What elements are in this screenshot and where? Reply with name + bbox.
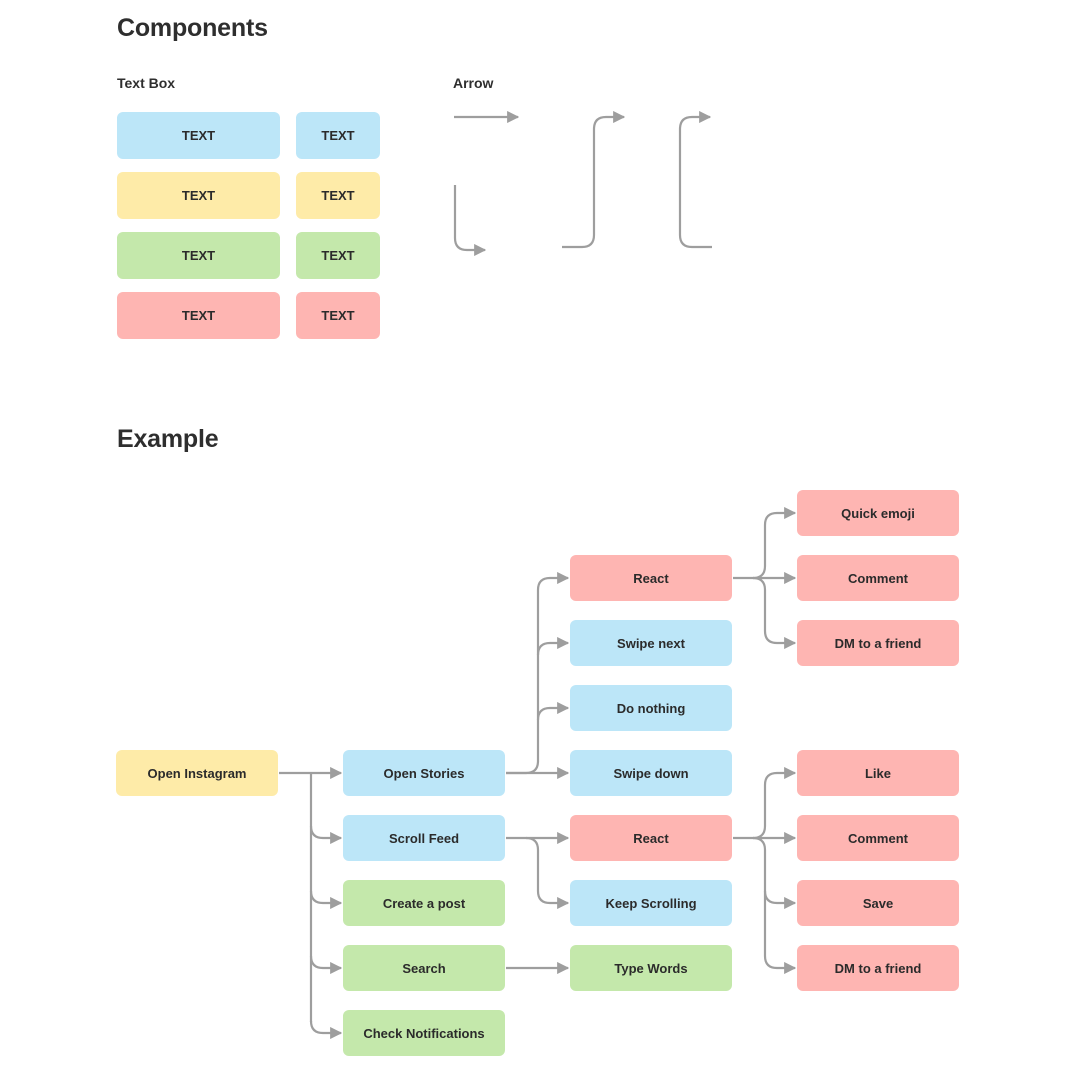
node-quick-emoji[interactable]: Quick emoji [797,490,959,536]
example-title: Example [117,425,219,453]
connector-feed-react-like [752,766,797,840]
arrow-sample-bracket [678,110,712,249]
node-like[interactable]: Like [797,750,959,796]
arrow-sample-s-curve [562,110,626,249]
connector-instagram-create-post [309,890,343,910]
node-stories-comment[interactable]: Comment [797,555,959,601]
connector-stories-swipe-next [536,636,570,656]
node-feed-comment[interactable]: Comment [797,815,959,861]
node-check-notifications[interactable]: Check Notifications [343,1010,505,1056]
arrow-sample-down-right [453,185,487,257]
node-stories-dm[interactable]: DM to a friend [797,620,959,666]
connector-react-quick-emoji [752,506,797,580]
node-feed-dm[interactable]: DM to a friend [797,945,959,991]
node-scroll-feed[interactable]: Scroll Feed [343,815,505,861]
node-swipe-next[interactable]: Swipe next [570,620,732,666]
node-swipe-down[interactable]: Swipe down [570,750,732,796]
connector-stories-trunk [506,571,570,775]
connector-stories-do-nothing [536,701,570,721]
node-keep-scrolling[interactable]: Keep Scrolling [570,880,732,926]
connector-feed-keep-scrolling [525,836,570,910]
connector-feed-react-save [763,890,797,910]
node-search[interactable]: Search [343,945,505,991]
node-do-nothing[interactable]: Do nothing [570,685,732,731]
node-open-instagram[interactable]: Open Instagram [116,750,278,796]
node-open-stories[interactable]: Open Stories [343,750,505,796]
connector-react-dm [752,576,797,650]
node-stories-react[interactable]: React [570,555,732,601]
node-type-words[interactable]: Type Words [570,945,732,991]
connector-instagram-scroll-feed [309,825,343,845]
node-create-post[interactable]: Create a post [343,880,505,926]
node-save[interactable]: Save [797,880,959,926]
connector-instagram-notifications [309,1020,343,1040]
connector-instagram-search [309,955,343,975]
node-feed-react[interactable]: React [570,815,732,861]
